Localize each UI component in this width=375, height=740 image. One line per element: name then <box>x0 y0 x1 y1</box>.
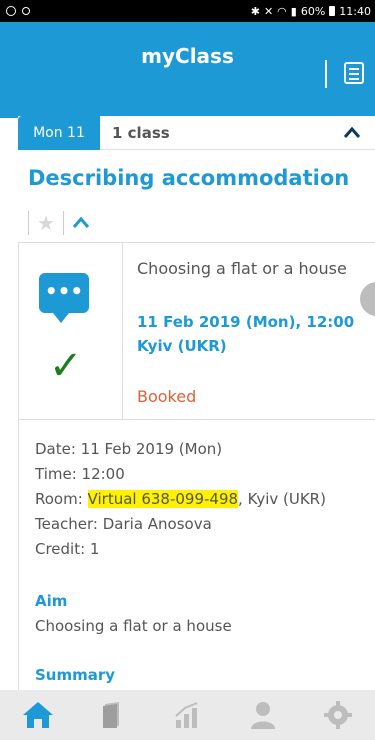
room-link[interactable]: Virtual 638-099-498 <box>87 490 239 508</box>
lesson-details: Date: 11 Feb 2019 (Mon) Time: 12:00 Room… <box>18 420 375 690</box>
app-title: myClass <box>141 44 234 68</box>
aim-heading: Aim <box>35 592 68 610</box>
settings-icon <box>323 701 352 729</box>
status-right: ✱ ✕ ◠ ▮ 60% 11:40 <box>251 5 371 18</box>
booking-status: Booked <box>137 387 197 406</box>
divider <box>28 211 29 235</box>
aim-text: Choosing a flat or a house <box>35 617 232 635</box>
nav-book[interactable] <box>93 695 133 735</box>
nav-home[interactable] <box>18 695 58 735</box>
detail-teacher: Teacher: Daria Anosova <box>35 515 212 533</box>
document-icon[interactable] <box>344 62 364 84</box>
messenger-icon <box>6 6 16 16</box>
bottom-nav <box>0 690 375 740</box>
lesson-topic: Choosing a flat or a house <box>137 259 347 278</box>
actions-row: ★ <box>28 208 90 238</box>
lesson-title: Describing accommodation <box>28 166 350 190</box>
home-icon <box>22 702 53 728</box>
lesson-location: Kyiv (UKR) <box>137 337 227 355</box>
battery-icon <box>329 6 336 16</box>
chart-icon <box>174 702 197 728</box>
day-badge: Mon 11 <box>18 116 100 150</box>
clock: 11:40 <box>339 4 371 18</box>
signal-icon: ▮ <box>290 4 297 18</box>
day-bar[interactable]: Mon 11 1 class <box>18 116 375 150</box>
status-bar: ✱ ✕ ◠ ▮ 60% 11:40 <box>0 0 375 22</box>
detail-date: Date: 11 Feb 2019 (Mon) <box>35 440 223 458</box>
detail-credit: Credit: 1 <box>35 540 100 558</box>
detail-time: Time: 12:00 <box>35 465 125 483</box>
star-icon[interactable]: ★ <box>37 211 55 235</box>
nav-profile[interactable] <box>243 695 283 735</box>
chat-icon: ••• <box>39 273 89 323</box>
chevron-up-icon[interactable] <box>343 124 361 142</box>
room-prefix: Room: <box>35 490 88 508</box>
nav-settings[interactable] <box>318 695 358 735</box>
wifi-icon: ◠ <box>277 4 287 18</box>
check-icon: ✓ <box>49 343 83 389</box>
battery-percent: 60% <box>300 4 326 18</box>
bluetooth-icon: ✱ <box>250 4 260 18</box>
book-icon <box>102 702 119 728</box>
detail-room: Room: Virtual 638-099-498, Kyiv (UKR) <box>35 490 326 508</box>
app-header: myClass <box>0 22 375 118</box>
lesson-card[interactable]: ••• ✓ Choosing a flat or a house 11 Feb … <box>18 242 375 420</box>
nav-progress[interactable] <box>168 695 208 735</box>
card-left: ••• ✓ <box>19 243 123 419</box>
lesson-datetime: 11 Feb 2019 (Mon), 12:00 <box>137 313 355 331</box>
circle-icon <box>22 7 30 15</box>
class-count: 1 class <box>112 124 170 142</box>
profile-icon <box>250 702 275 729</box>
divider <box>62 211 64 235</box>
status-left <box>6 6 30 16</box>
chevron-up-icon[interactable] <box>72 216 90 230</box>
room-suffix: , Kyiv (UKR) <box>238 490 326 508</box>
mute-icon: ✕ <box>263 4 274 18</box>
header-divider <box>325 60 327 88</box>
card-right: Choosing a flat or a house 11 Feb 2019 (… <box>137 243 372 419</box>
summary-heading: Summary <box>35 666 116 684</box>
